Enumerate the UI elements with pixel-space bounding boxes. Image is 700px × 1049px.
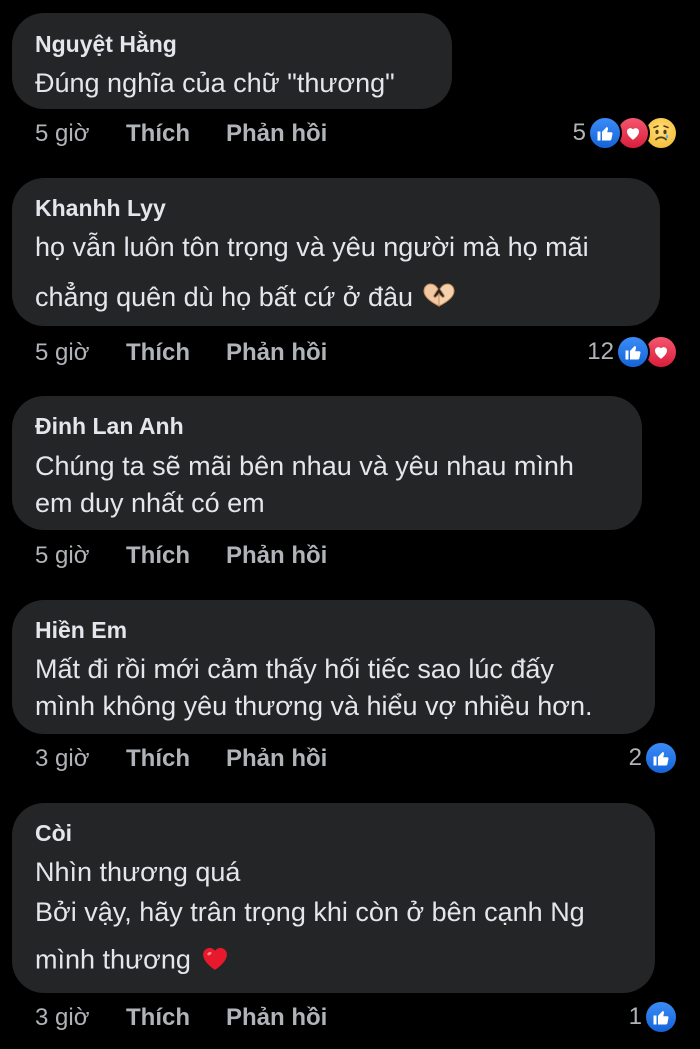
comment-author[interactable]: Khanhh Lyy xyxy=(35,195,166,222)
reply-button[interactable]: Phản hồi xyxy=(226,1004,327,1032)
reply-button[interactable]: Phản hồi xyxy=(226,120,327,148)
like-button[interactable]: Thích xyxy=(126,745,226,773)
comment-text-line: mình thương xyxy=(35,943,231,980)
comment-bubble[interactable]: Khanhh Lyy họ vẫn luôn tôn trọng và yêu … xyxy=(12,178,660,326)
comment-text: Nhìn thương quá xyxy=(35,857,241,887)
comment-text: chẳng quên dù họ bất cứ ở đâu xyxy=(35,282,414,312)
like-icon xyxy=(644,741,678,775)
reaction-summary[interactable]: 1 xyxy=(629,1000,678,1034)
like-button[interactable]: Thích xyxy=(126,339,226,367)
like-button[interactable]: Thích xyxy=(126,1004,226,1032)
like-button[interactable]: Thích xyxy=(126,120,226,148)
comment-text-line: chẳng quên dù họ bất cứ ở đâu xyxy=(35,282,457,315)
comment-actions: 3 giờ Thích Phản hồi xyxy=(35,743,327,775)
reaction-count: 1 xyxy=(628,1003,642,1030)
reaction-summary[interactable]: 2 xyxy=(629,741,678,775)
comment-text: mình không yêu thương và hiểu vợ nhiều h… xyxy=(35,691,593,721)
like-button[interactable]: Thích xyxy=(126,542,226,570)
comment-author[interactable]: Hiền Em xyxy=(35,617,127,644)
reply-button[interactable]: Phản hồi xyxy=(226,339,327,367)
comment-text: Đúng nghĩa của chữ "thương" xyxy=(35,68,395,98)
comment-author[interactable]: Còi xyxy=(35,820,72,847)
comment-text: Mất đi rồi mới cảm thấy hối tiếc sao lúc… xyxy=(35,654,554,684)
comment-actions: 5 giờ Thích Phản hồi xyxy=(35,540,327,572)
comment-text: Bởi vậy, hãy trân trọng khi còn ở bên cạ… xyxy=(35,897,585,927)
comment-author[interactable]: Đinh Lan Anh xyxy=(35,413,184,440)
comment-actions: 5 giờ Thích Phản hồi xyxy=(35,337,327,369)
comment-bubble[interactable]: Còi Nhìn thương quá Bởi vậy, hãy trân tr… xyxy=(12,803,655,993)
comment-actions: 3 giờ Thích Phản hồi xyxy=(35,1002,327,1034)
comment-timestamp[interactable]: 3 giờ xyxy=(35,745,126,773)
comment-bubble[interactable]: Nguyệt Hằng Đúng nghĩa của chữ "thương" xyxy=(12,13,452,109)
comment-bubble[interactable]: Hiền Em Mất đi rồi mới cảm thấy hối tiếc… xyxy=(12,600,655,734)
like-icon xyxy=(588,116,622,150)
heart-hands-emoji xyxy=(421,282,457,315)
reply-button[interactable]: Phản hồi xyxy=(226,745,327,773)
comment-timestamp[interactable]: 3 giờ xyxy=(35,1004,126,1032)
comment-author[interactable]: Nguyệt Hằng xyxy=(35,31,177,58)
reaction-count: 2 xyxy=(628,744,642,771)
comment-timestamp[interactable]: 5 giờ xyxy=(35,339,126,367)
reaction-count: 5 xyxy=(572,119,586,146)
red-heart-emoji xyxy=(199,943,231,980)
reaction-summary[interactable]: 5 xyxy=(573,116,678,150)
comment-bubble[interactable]: Đinh Lan Anh Chúng ta sẽ mãi bên nhau và… xyxy=(12,396,642,530)
comment-timestamp[interactable]: 5 giờ xyxy=(35,120,126,148)
like-icon xyxy=(616,335,650,369)
comment-text: em duy nhất có em xyxy=(35,488,265,518)
reply-button[interactable]: Phản hồi xyxy=(226,542,327,570)
like-icon xyxy=(644,1000,678,1034)
comment-text: Chúng ta sẽ mãi bên nhau và yêu nhau mìn… xyxy=(35,451,574,481)
comment-timestamp[interactable]: 5 giờ xyxy=(35,542,126,570)
reaction-count: 12 xyxy=(587,338,614,365)
comment-actions: 5 giờ Thích Phản hồi xyxy=(35,118,327,150)
comment-text: họ vẫn luôn tôn trọng và yêu người mà họ… xyxy=(35,232,589,262)
comment-text: mình thương xyxy=(35,944,191,975)
reaction-summary[interactable]: 12 xyxy=(587,335,678,369)
